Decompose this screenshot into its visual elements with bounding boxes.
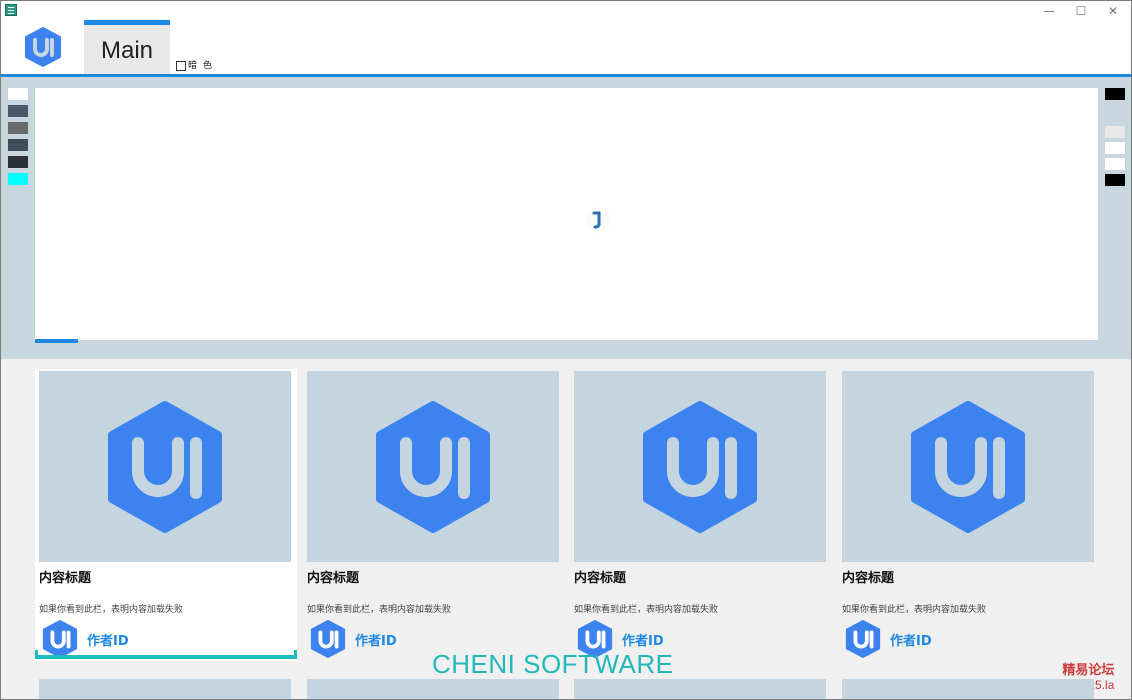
- tab-main[interactable]: Main: [84, 20, 170, 74]
- card-description: 如果你看到此栏，表明内容加载失败: [574, 605, 719, 615]
- content-card[interactable]: 内容标题如果你看到此栏，表明内容加载失败作者ID: [303, 369, 565, 661]
- color-swatch-right-2[interactable]: [1105, 126, 1125, 138]
- author-id: 作者ID: [622, 634, 664, 649]
- card-thumbnail[interactable]: [574, 371, 826, 562]
- color-swatch-left-2[interactable]: [8, 122, 28, 134]
- card-author[interactable]: 作者ID: [844, 619, 964, 659]
- color-swatch-right-5[interactable]: [1105, 174, 1125, 186]
- banner-progress-bar: [35, 339, 78, 343]
- content-card-next-row[interactable]: [39, 679, 291, 699]
- card-author[interactable]: 作者ID: [309, 619, 429, 659]
- color-swatch-right-1[interactable]: [1105, 110, 1125, 122]
- card-title: 内容标题: [39, 571, 92, 586]
- author-id: 作者ID: [890, 634, 932, 649]
- content-card[interactable]: 内容标题如果你看到此栏，表明内容加载失败作者ID: [838, 369, 1100, 661]
- author-id: 作者ID: [87, 634, 129, 649]
- dark-mode-toggle[interactable]: 暗色: [176, 60, 218, 72]
- card-title: 内容标题: [307, 571, 360, 586]
- dark-mode-checkbox[interactable]: [176, 61, 186, 71]
- banner[interactable]: [35, 88, 1098, 340]
- dark-mode-label: 暗色: [188, 61, 219, 71]
- color-swatch-left-0[interactable]: [8, 88, 28, 100]
- tab-main-label: Main: [100, 37, 154, 64]
- card-title: 内容标题: [842, 571, 895, 586]
- content-card[interactable]: 内容标题如果你看到此栏，表明内容加载失败作者ID: [35, 369, 297, 661]
- card-description: 如果你看到此栏，表明内容加载失败: [842, 605, 987, 615]
- watermark: CHENI SOFTWARE: [432, 649, 674, 679]
- content-card-next-row[interactable]: [307, 679, 559, 699]
- site-mark-name: 精易论坛: [1062, 663, 1115, 678]
- color-swatch-left-1[interactable]: [8, 105, 28, 117]
- content-card-next-row[interactable]: [842, 679, 1094, 699]
- card-area: 内容标题 如果你看到此栏，表明内容加载失败 作者ID 内容标题 如果你看到此栏，表明内容…: [1, 359, 1131, 699]
- card-thumbnail[interactable]: [842, 371, 1094, 562]
- header: Main 暗色: [1, 1, 1131, 75]
- logo-icon: [25, 27, 61, 67]
- color-swatches-left: [8, 88, 28, 185]
- color-swatch-left-4[interactable]: [8, 156, 28, 168]
- card-title: 内容标题: [574, 571, 627, 586]
- content-card[interactable]: 内容标题如果你看到此栏，表明内容加载失败作者ID: [570, 369, 832, 661]
- color-swatch-left-3[interactable]: [8, 139, 28, 151]
- card-author[interactable]: 作者ID: [41, 619, 161, 659]
- color-swatch-right-0[interactable]: [1105, 88, 1125, 100]
- color-swatch-right-3[interactable]: [1105, 142, 1125, 154]
- color-swatch-right-4[interactable]: [1105, 158, 1125, 170]
- author-id: 作者ID: [355, 634, 397, 649]
- card-thumbnail[interactable]: [307, 371, 559, 562]
- color-swatch-left-5[interactable]: [8, 173, 28, 185]
- loading-spinner-icon: [585, 207, 611, 233]
- card-description: 如果你看到此栏，表明内容加载失败: [39, 605, 184, 615]
- card-selected-indicator: [35, 650, 297, 659]
- banner-area: [1, 77, 1131, 359]
- card-thumbnail[interactable]: [39, 371, 291, 562]
- content-card-next-row[interactable]: [574, 679, 826, 699]
- app-window: — ☐ ✕ Main 暗色 内容标题 如果你看到此栏，表明内容加载失败 作者ID 内容: [0, 0, 1132, 700]
- card-description: 如果你看到此栏，表明内容加载失败: [307, 605, 452, 615]
